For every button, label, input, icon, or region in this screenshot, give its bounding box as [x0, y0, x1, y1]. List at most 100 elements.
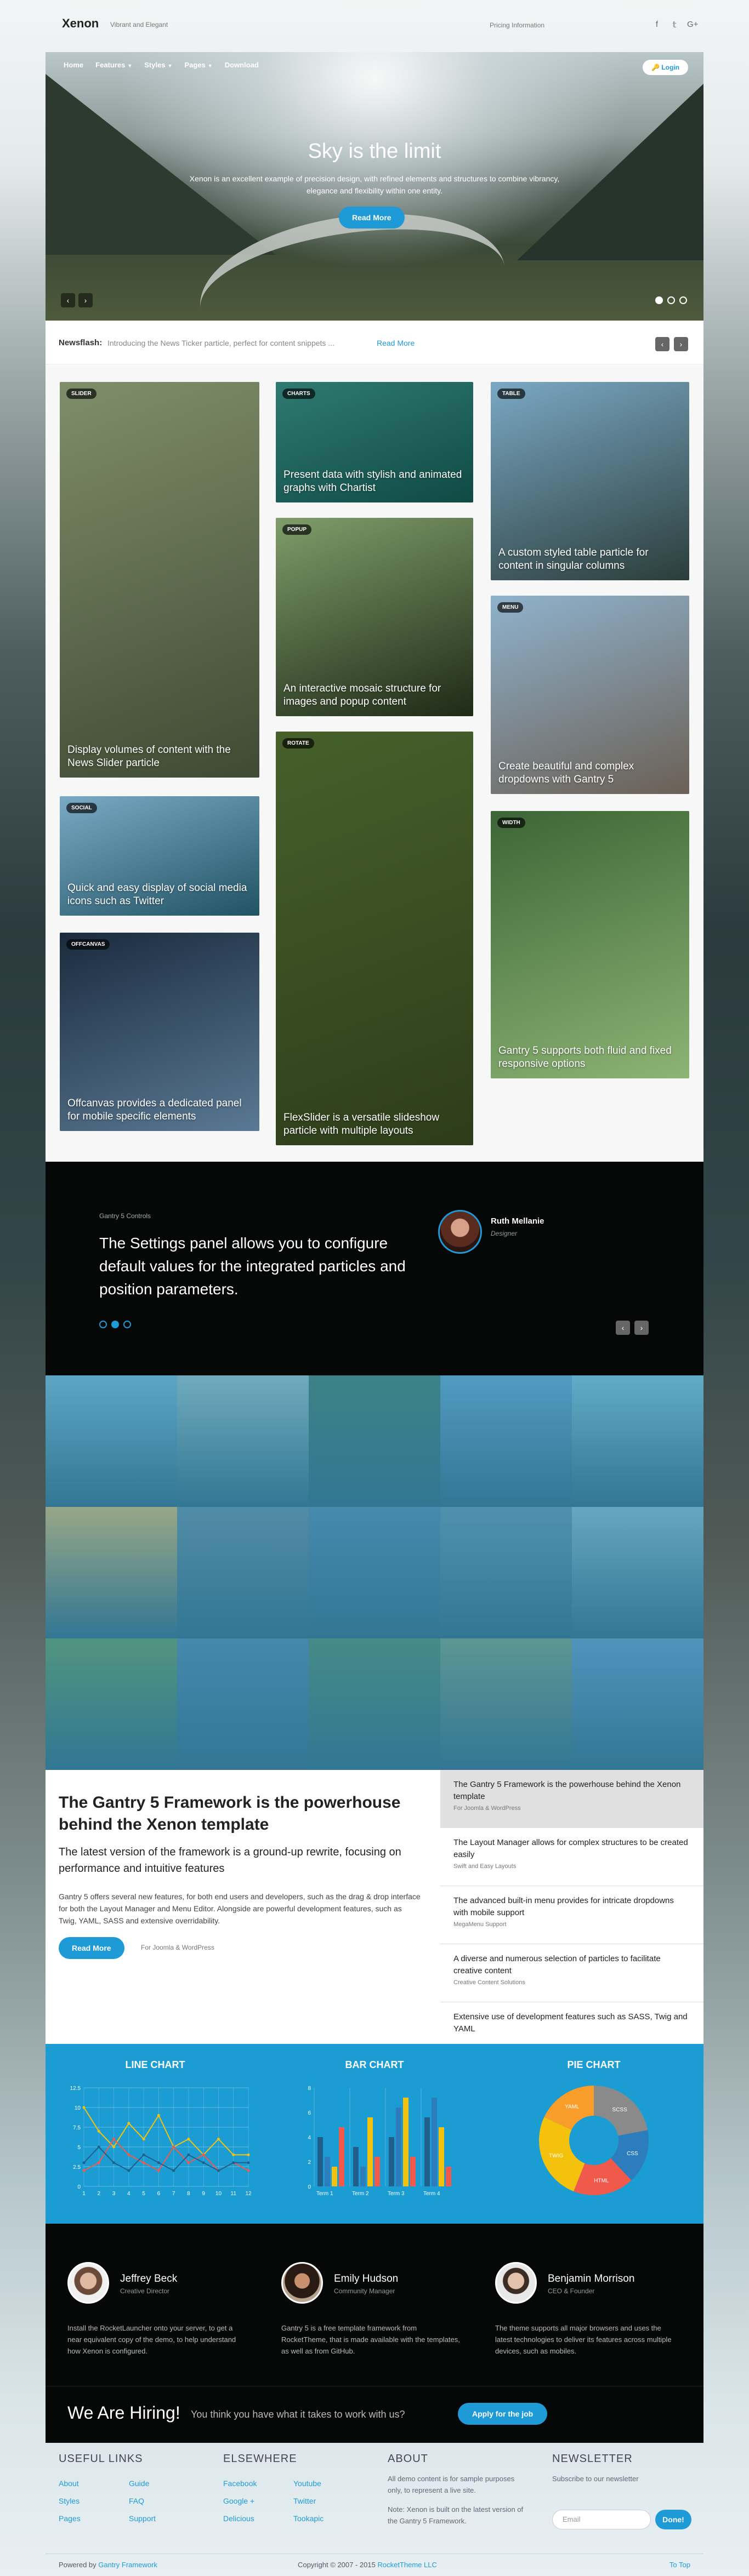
- hero-read-more-button[interactable]: Read More: [339, 207, 405, 229]
- side-item-sub: MegaMenu Support: [453, 1921, 507, 1928]
- newsflash-prev-button[interactable]: ‹: [655, 337, 669, 351]
- gallery-image[interactable]: [440, 1638, 572, 1770]
- tile-caption: An interactive mosaic structure for imag…: [283, 683, 441, 707]
- mosaic-tile[interactable]: ROTATE FlexSlider is a versatile slidesh…: [276, 732, 473, 1145]
- line-point: [157, 2169, 160, 2172]
- facebook-icon[interactable]: f: [651, 20, 662, 29]
- to-top-link[interactable]: To Top: [669, 2561, 690, 2569]
- footer-link[interactable]: Google +: [223, 2492, 257, 2510]
- newsletter-email-input[interactable]: Email: [552, 2510, 651, 2529]
- content-read-more-button[interactable]: Read More: [59, 1937, 124, 1959]
- testimonial-dot[interactable]: [123, 1321, 131, 1328]
- testimonial-dot[interactable]: [111, 1321, 119, 1328]
- line-point: [97, 2129, 100, 2133]
- member-desc: Install the RocketLauncher onto your ser…: [67, 2324, 236, 2355]
- bar: [424, 2117, 430, 2186]
- copyright: Copyright © 2007 - 2015 RocketTheme LLC: [298, 2561, 437, 2569]
- newsflash-read-more-link[interactable]: Read More: [377, 339, 415, 347]
- footer-link[interactable]: Support: [129, 2510, 156, 2527]
- footer-link[interactable]: Twitter: [293, 2492, 324, 2510]
- newsflash-text: Introducing the News Ticker particle, pe…: [107, 339, 334, 347]
- tile-tag: SOCIAL: [66, 803, 97, 813]
- newsletter-submit-button[interactable]: Done!: [655, 2510, 691, 2529]
- rockettheme-link[interactable]: RocketTheme LLC: [377, 2561, 436, 2569]
- mosaic-tile[interactable]: CHARTS Present data with stylish and ani…: [276, 382, 473, 502]
- menu-item-features[interactable]: Features ▼: [95, 61, 132, 69]
- member-desc: Gantry 5 is a free template framework fr…: [281, 2324, 460, 2355]
- menu-item-home[interactable]: Home: [64, 61, 83, 69]
- gallery-image[interactable]: [46, 1507, 177, 1638]
- bar: [432, 2098, 437, 2186]
- side-list-item[interactable]: The Layout Manager allows for complex st…: [440, 1828, 703, 1886]
- hero-dot[interactable]: [667, 296, 675, 304]
- footer-link[interactable]: Tookapic: [293, 2510, 324, 2527]
- gallery-image[interactable]: [309, 1638, 440, 1770]
- twitter-icon[interactable]: 𝕥: [669, 20, 680, 30]
- member-role: Community Manager: [334, 2287, 395, 2295]
- gallery-image[interactable]: [46, 1638, 177, 1770]
- footer-link[interactable]: Facebook: [223, 2475, 257, 2492]
- gallery-image[interactable]: [572, 1638, 703, 1770]
- gallery-image[interactable]: [309, 1507, 440, 1638]
- mosaic-tile[interactable]: POPUP An interactive mosaic structure fo…: [276, 518, 473, 716]
- footer-link[interactable]: FAQ: [129, 2492, 156, 2510]
- line-point: [187, 2161, 190, 2164]
- hero-dot[interactable]: [679, 296, 687, 304]
- footer-link[interactable]: Styles: [59, 2492, 81, 2510]
- feature-mosaic: SLIDER Display volumes of content with t…: [46, 364, 703, 1162]
- line-point: [142, 2138, 145, 2141]
- gallery-image[interactable]: [177, 1638, 309, 1770]
- bar: [353, 2147, 359, 2186]
- gallery-image[interactable]: [46, 1375, 177, 1507]
- bar: [403, 2098, 408, 2186]
- hero-next-button[interactable]: ›: [78, 293, 93, 307]
- gallery-image[interactable]: [572, 1375, 703, 1507]
- mosaic-tile[interactable]: SOCIAL Quick and easy display of social …: [60, 796, 259, 916]
- hero-dot[interactable]: [655, 296, 663, 304]
- mosaic-tile[interactable]: SLIDER Display volumes of content with t…: [60, 382, 259, 778]
- gallery-image[interactable]: [440, 1507, 572, 1638]
- gallery-image[interactable]: [309, 1375, 440, 1507]
- y-tick-label: 0: [77, 2184, 81, 2190]
- menu-item-styles[interactable]: Styles ▼: [144, 61, 172, 69]
- menu-item-pages[interactable]: Pages ▼: [184, 61, 212, 69]
- gantry-link[interactable]: Gantry Framework: [98, 2561, 157, 2569]
- testimonial-dot[interactable]: [99, 1321, 107, 1328]
- mosaic-tile[interactable]: WIDTH Gantry 5 supports both fluid and f…: [491, 811, 689, 1078]
- gallery-image[interactable]: [177, 1507, 309, 1638]
- side-list-item[interactable]: Extensive use of development features su…: [440, 2002, 703, 2044]
- footer-link[interactable]: Youtube: [293, 2475, 324, 2492]
- side-list-item[interactable]: A diverse and numerous selection of part…: [440, 1944, 703, 2002]
- apply-button[interactable]: Apply for the job: [458, 2403, 548, 2425]
- image-gallery: [46, 1375, 703, 1770]
- line-point: [127, 2153, 130, 2156]
- x-tick-label: 6: [157, 2191, 161, 2197]
- footer-bottom: Powered by Gantry Framework Copyright © …: [46, 2554, 703, 2575]
- footer-link[interactable]: Pages: [59, 2510, 81, 2527]
- testimonial-prev-button[interactable]: ‹: [616, 1321, 630, 1335]
- newsflash-next-button[interactable]: ›: [674, 337, 688, 351]
- mosaic-tile[interactable]: MENU Create beautiful and complex dropdo…: [491, 596, 689, 794]
- gallery-image[interactable]: [440, 1375, 572, 1507]
- footer-link[interactable]: Guide: [129, 2475, 156, 2492]
- side-list-item[interactable]: The Gantry 5 Framework is the powerhouse…: [440, 1770, 703, 1828]
- testimonial-pagination: [99, 1321, 131, 1328]
- gallery-image[interactable]: [177, 1375, 309, 1507]
- tile-caption: Present data with stylish and animated g…: [283, 469, 462, 494]
- footer-link[interactable]: About: [59, 2475, 81, 2492]
- login-button[interactable]: 🔑 Login: [643, 60, 688, 75]
- menu-item-download[interactable]: Download: [225, 61, 259, 69]
- mosaic-tile[interactable]: TABLE A custom styled table particle for…: [491, 382, 689, 580]
- testimonial-next-button[interactable]: ›: [634, 1321, 649, 1335]
- gallery-image[interactable]: [572, 1507, 703, 1638]
- chevron-down-icon: ▼: [207, 63, 213, 68]
- site-logo[interactable]: Xenon: [62, 16, 99, 31]
- google-plus-icon[interactable]: G+: [687, 20, 698, 29]
- footer-link[interactable]: Delicious: [223, 2510, 257, 2527]
- tile-caption: A custom styled table particle for conte…: [498, 547, 649, 572]
- mosaic-tile[interactable]: OFFCANVAS Offcanvas provides a dedicated…: [60, 933, 259, 1131]
- side-list-item[interactable]: The advanced built-in menu provides for …: [440, 1886, 703, 1944]
- tile-caption: Create beautiful and complex dropdowns w…: [498, 761, 634, 785]
- pricing-link[interactable]: Pricing Information: [490, 21, 544, 29]
- hero-prev-button[interactable]: ‹: [61, 293, 75, 307]
